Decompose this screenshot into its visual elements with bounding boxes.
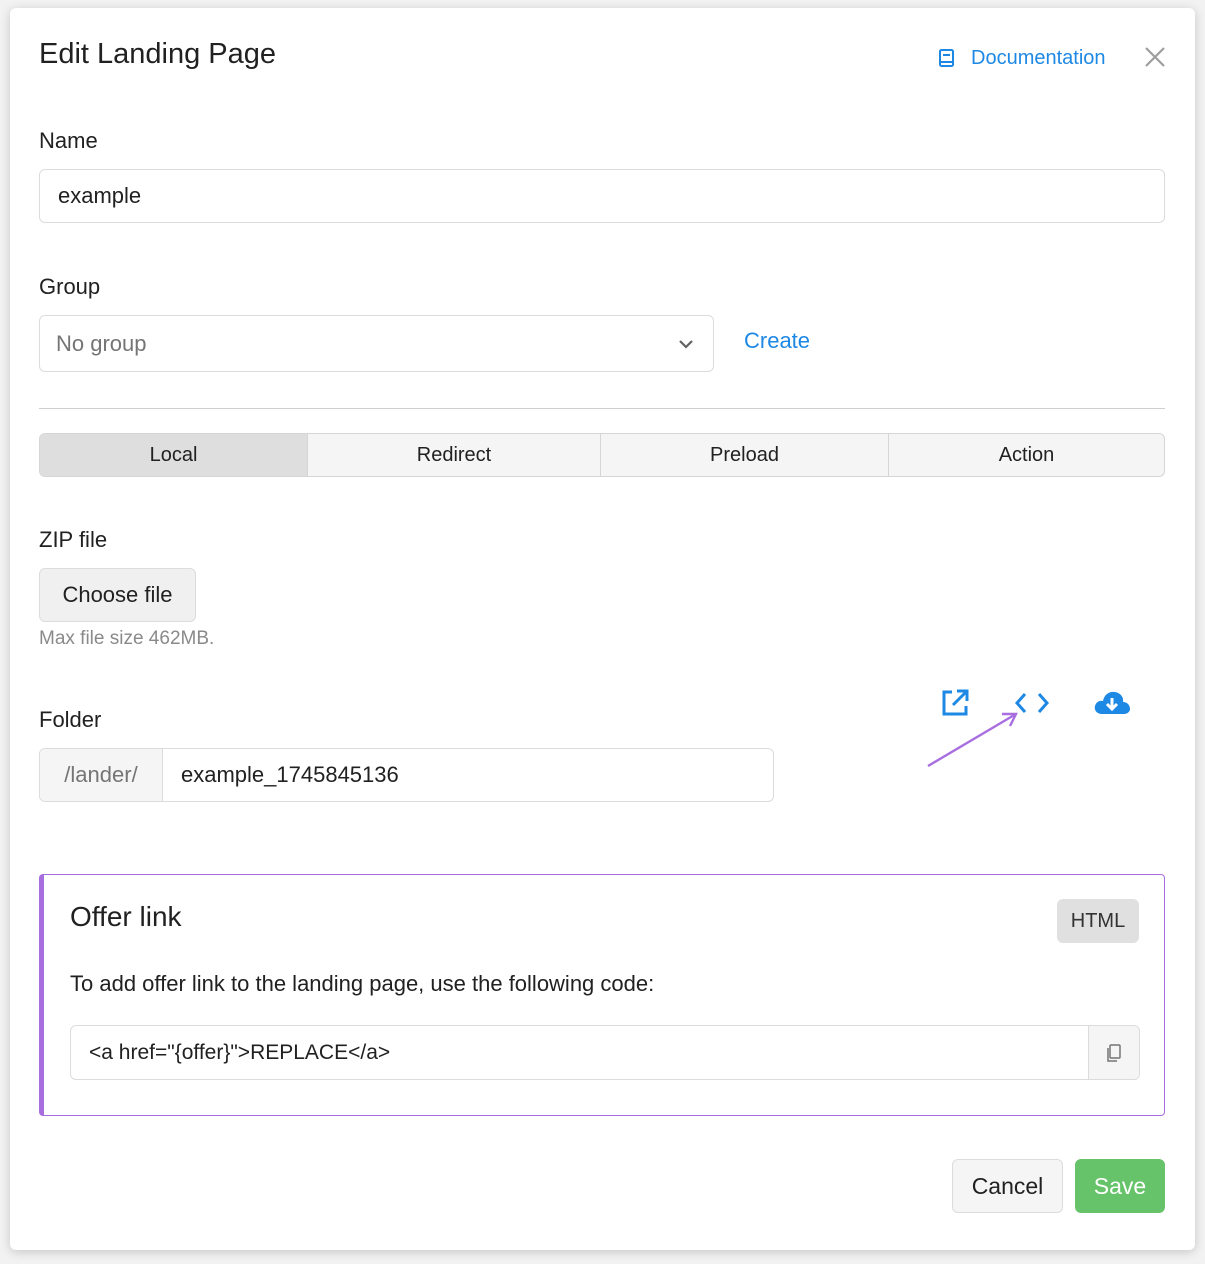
type-tabs: Local Redirect Preload Action [39,433,1165,477]
copy-button[interactable] [1088,1026,1139,1079]
cancel-button[interactable]: Cancel [952,1159,1063,1213]
offer-code-field[interactable]: <a href="{offer}">REPLACE</a> [71,1026,1088,1079]
folder-input-group: /lander/ example_1745845136 [39,748,774,802]
name-input[interactable] [39,169,1165,223]
documentation-link[interactable]: Documentation [937,44,1106,72]
arrow-annotation [927,712,1018,768]
offer-link-title: Offer link [70,901,182,932]
dialog-title: Edit Landing Page [39,38,277,70]
book-icon [939,49,954,67]
edit-landing-page-dialog: Edit Landing Page Documentation Name Gro… [10,8,1195,1250]
tab-redirect[interactable]: Redirect [308,434,601,476]
tab-preload[interactable]: Preload [601,434,889,476]
create-group-link[interactable]: Create [744,328,810,354]
close-icon[interactable] [1142,44,1168,70]
folder-label: Folder [39,707,102,732]
divider [39,408,1165,409]
choose-file-button[interactable]: Choose file [39,568,196,622]
cloud-download-icon[interactable] [1093,688,1131,718]
chevron-down-icon [679,339,693,349]
html-badge[interactable]: HTML [1057,899,1139,943]
max-file-size-hint: Max file size 462MB. [39,628,215,649]
save-button[interactable]: Save [1075,1159,1165,1213]
tab-action[interactable]: Action [889,434,1164,476]
folder-prefix: /lander/ [40,749,163,801]
group-select[interactable]: No group [39,315,714,372]
zip-label: ZIP file [39,527,108,552]
folder-input[interactable]: example_1745845136 [163,749,773,801]
offer-code-group: <a href="{offer}">REPLACE</a> [70,1025,1140,1080]
documentation-label: Documentation [971,46,1106,69]
group-label: Group [39,274,101,299]
name-label: Name [39,128,98,153]
copy-icon [1107,1043,1121,1062]
offer-link-description: To add offer link to the landing page, u… [70,971,655,996]
offer-link-card: Offer link HTML To add offer link to the… [39,874,1165,1116]
group-select-value: No group [56,330,147,356]
tab-local[interactable]: Local [40,434,308,476]
